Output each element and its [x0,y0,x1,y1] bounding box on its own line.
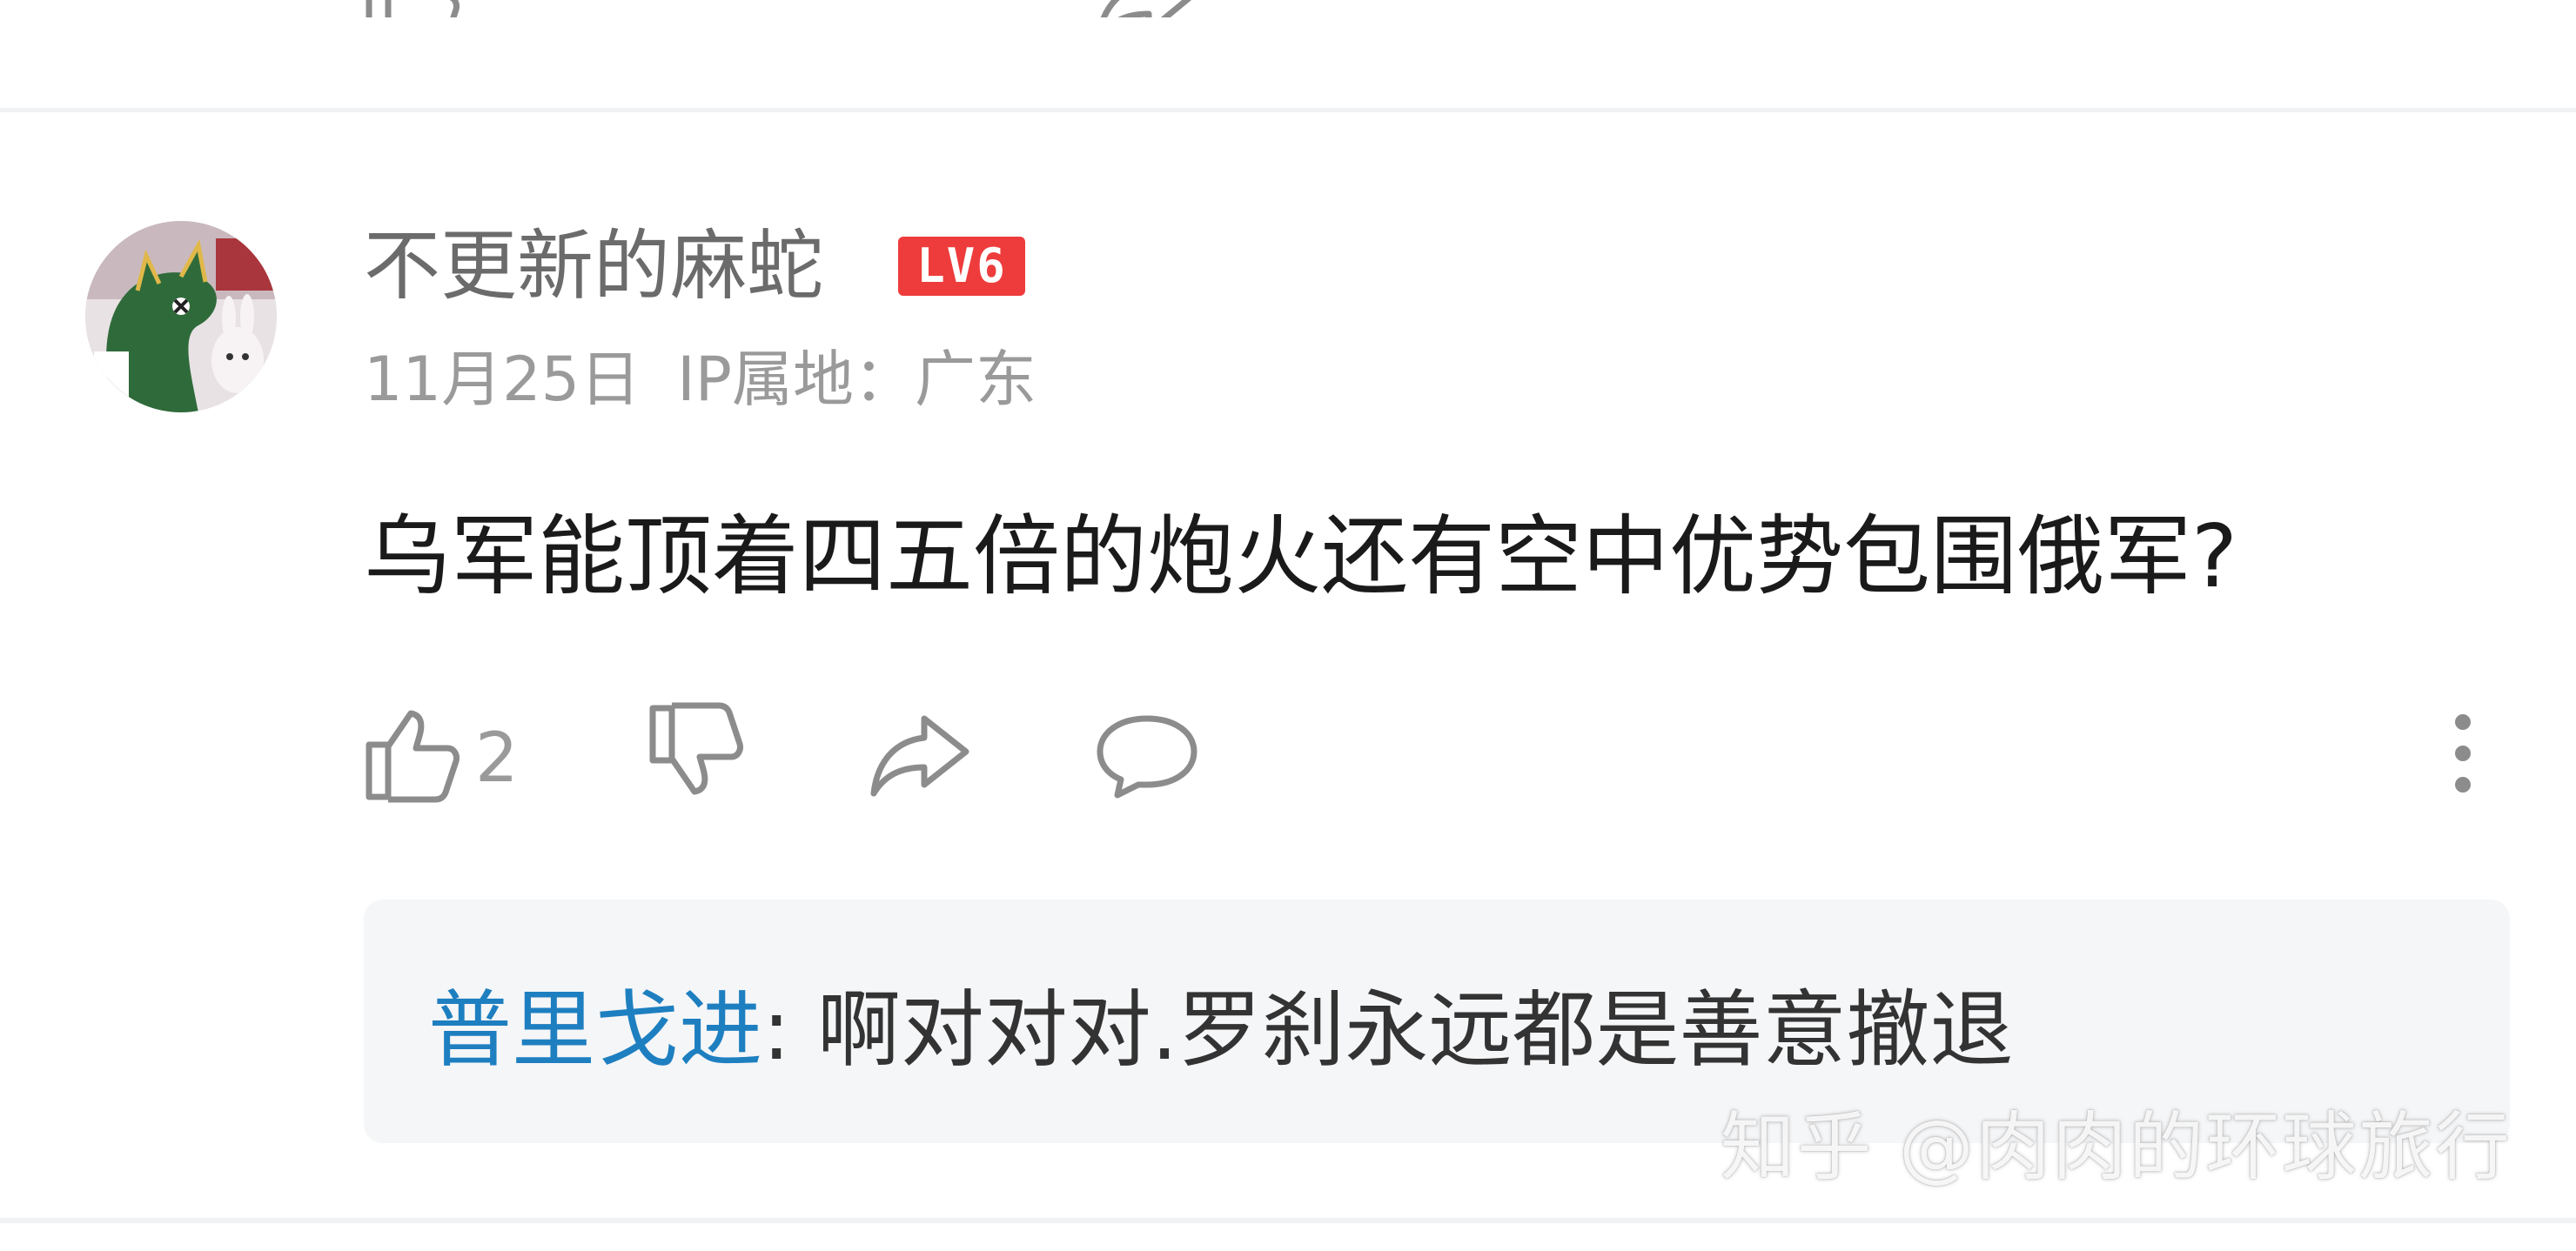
share-button[interactable] [867,701,975,806]
comment-meta: 11月25日 IP属地：广东 [364,338,1036,421]
previous-comment-actions [0,0,2576,17]
more-options-button[interactable] [2437,701,2489,806]
thumbs-down-icon [649,702,743,795]
divider [0,108,2576,112]
dislike-button[interactable] [644,701,748,806]
divider [0,1218,2576,1223]
ip-location: IP属地：广东 [677,344,1037,415]
previous-more-icon [2437,0,2489,17]
reply: 普里戈进: 啊对对对.罗刹永远都是善意撤退 [428,974,2013,1086]
level-badge: LV6 [898,237,1025,296]
comment-username[interactable]: 不更新的麻蛇 [364,216,823,317]
watermark: 知乎 @肉肉的环球旅行 [1720,1104,2512,1191]
like-button[interactable]: 2 [360,701,534,806]
reply-text: 啊对对对.罗刹永远都是善意撤退 [816,981,2014,1079]
comment-button[interactable] [1093,701,1201,806]
thumbs-up-icon [366,710,460,803]
comment-date: 11月25日 [364,344,641,415]
previous-share-icon [1100,0,1191,17]
comment-icon [1097,715,1197,799]
previous-like-icon [366,0,460,17]
share-icon [870,715,969,797]
comment-text: 乌军能顶着四五倍的炮火还有空中优势包围俄军? [364,505,2238,607]
avatar[interactable] [85,221,277,412]
more-icon [2455,714,2471,793]
reply-separator: : [762,981,817,1079]
avatar-image [85,221,277,412]
like-count: 2 [475,719,519,798]
reply-username[interactable]: 普里戈进 [428,981,762,1079]
